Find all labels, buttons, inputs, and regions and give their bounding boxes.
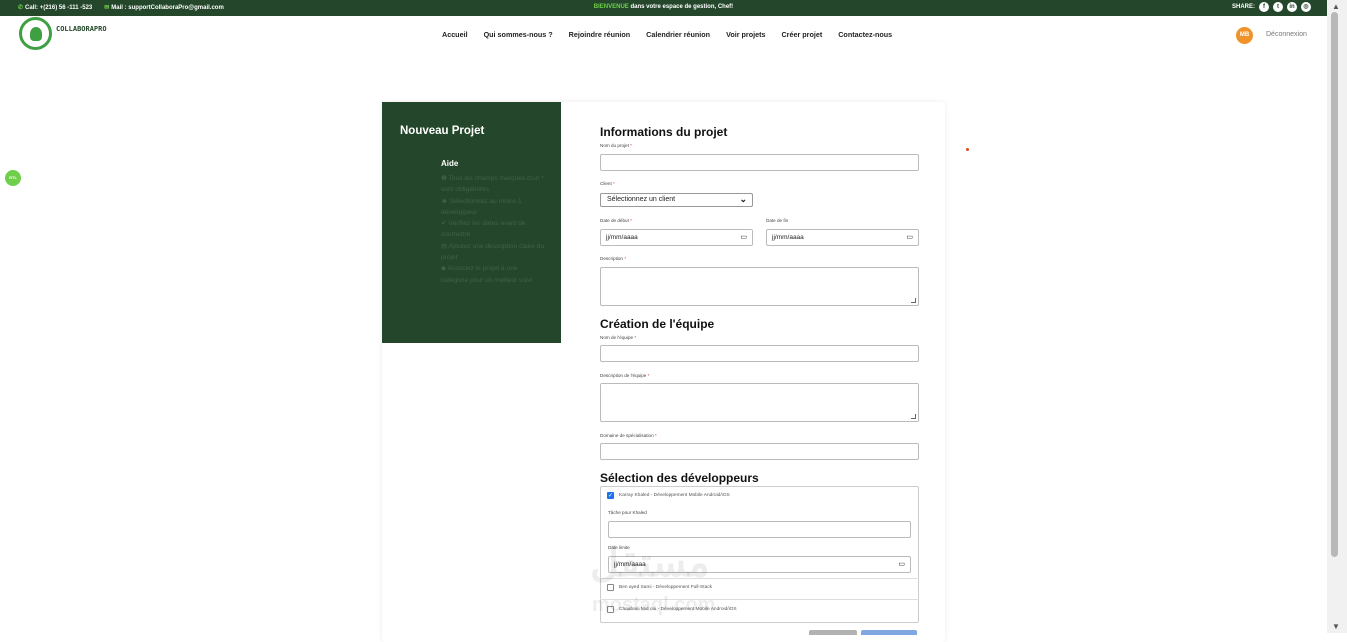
project-name-input[interactable] <box>600 154 919 171</box>
file-icon: ▤ <box>441 242 449 250</box>
help-tip: ☻ Sélectionnez au moins 1 développeur <box>441 197 522 216</box>
nav-qui-sommes-nous[interactable]: Qui sommes-nous ? <box>484 30 553 39</box>
start-date-input[interactable]: jj/mm/aaaa ▭ <box>600 229 753 246</box>
chevron-down-icon: ⌄ <box>739 194 747 204</box>
help-sidebar: Nouveau Projet Aide ❶ Tous les champs ma… <box>382 102 561 343</box>
users-icon: ☻ <box>441 197 450 205</box>
calendar-icon[interactable]: ▭ <box>740 230 747 245</box>
share-links: SHARE: f t in ◎ <box>1232 2 1311 12</box>
help-tips: ❶ Tous les champs marqués d'un * sont ob… <box>441 173 544 286</box>
scroll-down-icon[interactable]: ▼ <box>1332 622 1340 631</box>
scrollbar-thumb[interactable] <box>1331 12 1338 557</box>
domain-input[interactable] <box>600 443 919 460</box>
twitter-icon[interactable]: t <box>1273 2 1283 12</box>
nav-accueil[interactable]: Accueil <box>442 30 468 39</box>
team-description-textarea[interactable] <box>600 383 919 422</box>
calendar-icon[interactable]: ▭ <box>898 557 905 572</box>
start-date-label: Date de début * <box>600 218 632 223</box>
nav-creer-projet[interactable]: Créer projet <box>781 30 822 39</box>
nav-voir-projets[interactable]: Voir projets <box>726 30 765 39</box>
calendar-icon[interactable]: ▭ <box>906 230 913 245</box>
section-title-developers: Sélection des développeurs <box>600 471 759 485</box>
project-name-label: Nom du projet * <box>600 143 632 148</box>
linkedin-icon[interactable]: in <box>1287 2 1297 12</box>
team-description-label: Description de l'équipe * <box>600 373 650 378</box>
info-icon: ❶ <box>441 175 449 182</box>
client-label: Client * <box>600 181 615 186</box>
logo-icon <box>19 17 52 50</box>
team-name-label: Nom de l'équipe * <box>600 335 637 340</box>
nav-calendrier-reunion[interactable]: Calendrier réunion <box>646 30 710 39</box>
watermark-url: mostaql.com <box>592 594 716 616</box>
section-title-project-info: Informations du projet <box>600 125 728 139</box>
task-input[interactable] <box>608 521 911 538</box>
user-avatar[interactable]: MB <box>1236 27 1253 44</box>
nav-links: Accueil Qui sommes-nous ? Rejoindre réun… <box>442 30 892 39</box>
developer-option[interactable]: ✓ Karray Khaled - Développement Mobile A… <box>607 492 730 499</box>
dribbble-icon[interactable]: ◎ <box>1301 2 1311 12</box>
help-tip: ❶ Tous les champs marqués d'un * sont ob… <box>441 175 544 194</box>
section-title-team: Création de l'équipe <box>600 317 715 331</box>
help-tip: ▤ Ajoutez une description claire du proj… <box>441 242 545 262</box>
watermark: مستقل <box>590 541 710 585</box>
team-name-input[interactable] <box>600 345 919 362</box>
top-info-bar: ✆ Call: +(216) 56 -111 -523 ✉ Mail : suppo… <box>0 0 1327 16</box>
task-label: Tâche pour Khaled <box>608 510 647 515</box>
checkbox-checked[interactable]: ✓ <box>607 492 614 499</box>
sidebar-title: Nouveau Projet <box>400 125 485 137</box>
description-label: Description * <box>600 256 627 261</box>
main-navbar: COLLABORAPRO Accueil Qui sommes-nous ? R… <box>0 16 1327 54</box>
facebook-icon[interactable]: f <box>1259 2 1269 12</box>
end-date-input[interactable]: jj/mm/aaaa ▭ <box>766 229 919 246</box>
help-tip: ✔ Vérifiez les dates avant de soumettre <box>441 220 526 239</box>
welcome-message: BIENVENUE dans votre espace de gestion, … <box>593 4 734 10</box>
brand-logo[interactable]: COLLABORAPRO <box>19 17 107 50</box>
description-textarea[interactable] <box>600 267 919 306</box>
client-select[interactable]: Sélectionnez un client ⌄ <box>600 193 753 207</box>
nav-contactez-nous[interactable]: Contactez-nous <box>838 30 892 39</box>
help-title: Aide <box>441 159 459 168</box>
domain-label: Domaine de spécialisation * <box>600 433 657 438</box>
logout-link[interactable]: Déconnexion <box>1266 31 1307 38</box>
indicator-dot <box>966 148 969 151</box>
nav-rejoindre-reunion[interactable]: Rejoindre réunion <box>569 30 631 39</box>
end-date-label: Date de fin <box>766 218 789 223</box>
scroll-up-icon[interactable]: ▲ <box>1332 2 1340 11</box>
rtl-toggle-button[interactable]: RTL <box>5 170 21 186</box>
help-tip: ◆ Associez le projet à une catégorie pou… <box>441 265 533 284</box>
page-scrollbar[interactable]: ▲ ▼ <box>1327 0 1347 633</box>
